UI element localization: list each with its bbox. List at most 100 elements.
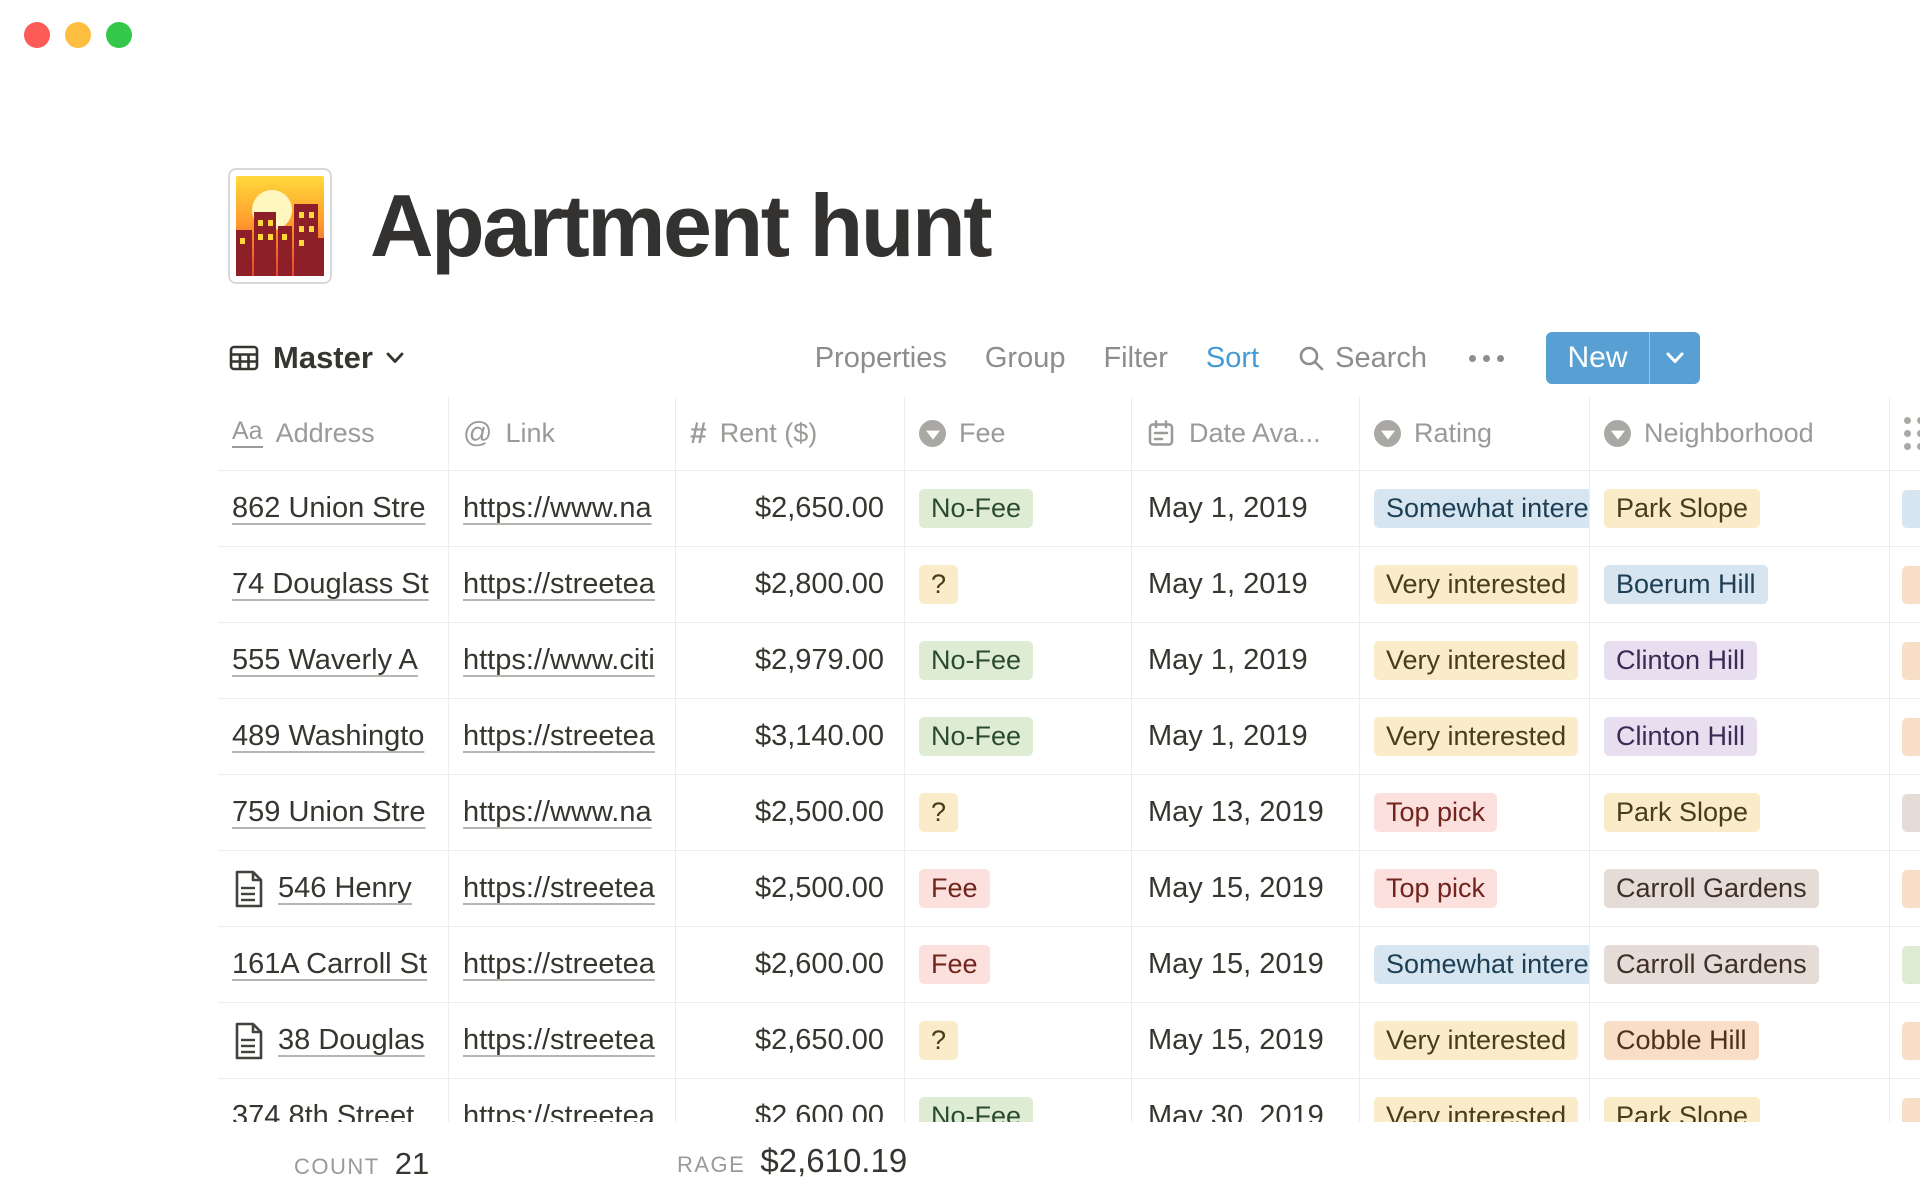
rating-cell[interactable]: Very interested: [1360, 623, 1590, 698]
address-cell[interactable]: 862 Union Stre: [218, 471, 449, 546]
rating-cell[interactable]: Very interested: [1360, 1003, 1590, 1078]
page-title[interactable]: Apartment hunt: [370, 182, 990, 270]
fee-cell[interactable]: Fee: [905, 851, 1132, 926]
overflow-cell[interactable]: [1890, 1079, 1920, 1122]
url-text[interactable]: https://streetea: [463, 1100, 655, 1122]
overflow-cell[interactable]: [1890, 775, 1920, 850]
filter-button[interactable]: Filter: [1103, 342, 1167, 375]
column-header-link[interactable]: @ Link: [449, 397, 676, 470]
rent-cell[interactable]: $2,650.00: [676, 471, 905, 546]
rent-cell[interactable]: $2,600.00: [676, 1079, 905, 1122]
column-header-address[interactable]: Aa Address: [218, 397, 449, 470]
column-header-rent[interactable]: # Rent ($): [676, 397, 905, 470]
link-cell[interactable]: https://streetea: [449, 1079, 676, 1122]
rating-cell[interactable]: Very interested: [1360, 547, 1590, 622]
address-cell[interactable]: 38 Douglas: [218, 1003, 449, 1078]
url-text[interactable]: https://streetea: [463, 1024, 655, 1057]
overflow-cell[interactable]: [1890, 547, 1920, 622]
average-calculation[interactable]: RAGE $2,610.19: [677, 1142, 907, 1180]
url-text[interactable]: https://www.na: [463, 796, 652, 829]
neighborhood-cell[interactable]: Cobble Hill: [1590, 1003, 1890, 1078]
date-available-cell[interactable]: May 1, 2019: [1132, 623, 1360, 698]
properties-button[interactable]: Properties: [815, 342, 947, 375]
view-switcher[interactable]: Master: [228, 340, 404, 376]
column-header-neighborhood[interactable]: Neighborhood: [1590, 397, 1890, 470]
url-text[interactable]: https://streetea: [463, 720, 655, 753]
link-cell[interactable]: https://streetea: [449, 851, 676, 926]
rating-cell[interactable]: Top pick: [1360, 775, 1590, 850]
url-text[interactable]: https://streetea: [463, 948, 655, 981]
minimize-window-button[interactable]: [65, 22, 91, 48]
overflow-cell[interactable]: [1890, 623, 1920, 698]
fee-cell[interactable]: No-Fee: [905, 623, 1132, 698]
address-cell[interactable]: 161A Carroll St: [218, 927, 449, 1002]
neighborhood-cell[interactable]: Carroll Gardens: [1590, 927, 1890, 1002]
neighborhood-cell[interactable]: Clinton Hill: [1590, 623, 1890, 698]
sort-button[interactable]: Sort: [1206, 342, 1259, 375]
new-button[interactable]: New: [1546, 332, 1700, 384]
rent-cell[interactable]: $2,979.00: [676, 623, 905, 698]
neighborhood-cell[interactable]: Park Slope: [1590, 1079, 1890, 1122]
link-cell[interactable]: https://streetea: [449, 927, 676, 1002]
address-cell[interactable]: 489 Washingto: [218, 699, 449, 774]
address-cell[interactable]: 555 Waverly A: [218, 623, 449, 698]
neighborhood-cell[interactable]: Clinton Hill: [1590, 699, 1890, 774]
group-button[interactable]: Group: [985, 342, 1066, 375]
date-available-cell[interactable]: May 1, 2019: [1132, 547, 1360, 622]
link-cell[interactable]: https://www.na: [449, 471, 676, 546]
date-available-cell[interactable]: May 30, 2019: [1132, 1079, 1360, 1122]
column-header-fee[interactable]: Fee: [905, 397, 1132, 470]
overflow-cell[interactable]: [1890, 851, 1920, 926]
link-cell[interactable]: https://www.na: [449, 775, 676, 850]
search-button[interactable]: Search: [1297, 342, 1427, 375]
fee-cell[interactable]: No-Fee: [905, 699, 1132, 774]
fee-cell[interactable]: ?: [905, 775, 1132, 850]
url-text[interactable]: https://streetea: [463, 568, 655, 601]
date-available-cell[interactable]: May 1, 2019: [1132, 699, 1360, 774]
new-button-dropdown[interactable]: [1650, 332, 1700, 384]
link-cell[interactable]: https://www.citi: [449, 623, 676, 698]
more-options-button[interactable]: [1465, 355, 1508, 362]
date-available-cell[interactable]: May 15, 2019: [1132, 1003, 1360, 1078]
rent-cell[interactable]: $2,500.00: [676, 851, 905, 926]
url-text[interactable]: https://www.citi: [463, 644, 655, 677]
address-cell[interactable]: 374 8th Street: [218, 1079, 449, 1122]
rent-cell[interactable]: $2,600.00: [676, 927, 905, 1002]
date-available-cell[interactable]: May 15, 2019: [1132, 851, 1360, 926]
column-header-date-available[interactable]: Date Ava...: [1132, 397, 1360, 470]
rating-cell[interactable]: Somewhat interested: [1360, 927, 1590, 1002]
neighborhood-cell[interactable]: Park Slope: [1590, 471, 1890, 546]
link-cell[interactable]: https://streetea: [449, 547, 676, 622]
rent-cell[interactable]: $2,500.00: [676, 775, 905, 850]
rating-cell[interactable]: Top pick: [1360, 851, 1590, 926]
date-available-cell[interactable]: May 13, 2019: [1132, 775, 1360, 850]
rating-cell[interactable]: Very interested: [1360, 699, 1590, 774]
link-cell[interactable]: https://streetea: [449, 699, 676, 774]
rent-cell[interactable]: $3,140.00: [676, 699, 905, 774]
column-header-rating[interactable]: Rating: [1360, 397, 1590, 470]
neighborhood-cell[interactable]: Park Slope: [1590, 775, 1890, 850]
rent-cell[interactable]: $2,800.00: [676, 547, 905, 622]
close-window-button[interactable]: [24, 22, 50, 48]
date-available-cell[interactable]: May 1, 2019: [1132, 471, 1360, 546]
fee-cell[interactable]: Fee: [905, 927, 1132, 1002]
city-sunset-emoji[interactable]: [228, 168, 332, 284]
fee-cell[interactable]: ?: [905, 1003, 1132, 1078]
neighborhood-cell[interactable]: Carroll Gardens: [1590, 851, 1890, 926]
overflow-cell[interactable]: [1890, 471, 1920, 546]
column-header-overflow[interactable]: [1890, 397, 1920, 470]
zoom-window-button[interactable]: [106, 22, 132, 48]
count-calculation[interactable]: COUNT 21: [294, 1146, 429, 1182]
rating-cell[interactable]: Very interested: [1360, 1079, 1590, 1122]
rent-cell[interactable]: $2,650.00: [676, 1003, 905, 1078]
fee-cell[interactable]: No-Fee: [905, 471, 1132, 546]
neighborhood-cell[interactable]: Boerum Hill: [1590, 547, 1890, 622]
url-text[interactable]: https://www.na: [463, 492, 652, 525]
link-cell[interactable]: https://streetea: [449, 1003, 676, 1078]
fee-cell[interactable]: ?: [905, 547, 1132, 622]
overflow-cell[interactable]: [1890, 1003, 1920, 1078]
date-available-cell[interactable]: May 15, 2019: [1132, 927, 1360, 1002]
overflow-cell[interactable]: [1890, 699, 1920, 774]
address-cell[interactable]: 74 Douglass St: [218, 547, 449, 622]
rating-cell[interactable]: Somewhat interested: [1360, 471, 1590, 546]
